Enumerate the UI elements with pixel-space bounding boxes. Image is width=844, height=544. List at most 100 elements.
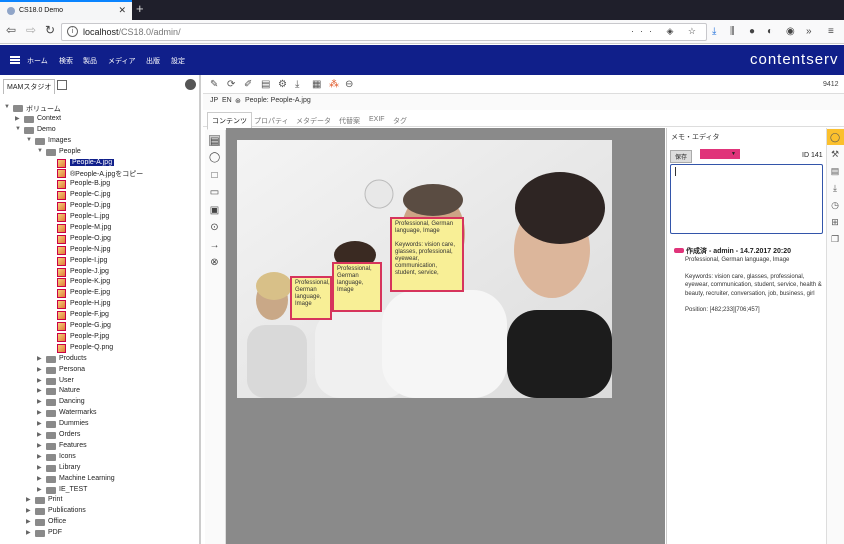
image-file-icon	[57, 202, 66, 212]
expand-right-icon[interactable]: ▶	[26, 518, 31, 525]
save-button[interactable]: 保存	[670, 150, 693, 163]
expand-down-icon[interactable]: ▼	[4, 104, 10, 110]
extension-icon[interactable]: ●	[749, 26, 755, 37]
gear-icon[interactable]: ⊛	[235, 97, 241, 105]
tab-tags[interactable]: タグ	[393, 116, 407, 126]
refresh-icon[interactable]: ⟳	[227, 79, 235, 90]
tab-alternatives[interactable]: 代替案	[339, 116, 360, 126]
expand-right-icon[interactable]: ▶	[15, 115, 20, 122]
download-icon[interactable]: ⤓	[712, 26, 716, 37]
download-icon[interactable]: ⤓	[295, 79, 299, 90]
info-icon[interactable]: i	[67, 26, 78, 37]
menu-products[interactable]: 製品	[83, 56, 97, 66]
browser-tab[interactable]: CS18.0 Demo ✕	[0, 0, 132, 20]
tab-exif[interactable]: EXIF	[369, 116, 385, 123]
tab-metadata[interactable]: メタデータ	[296, 116, 331, 126]
expand-right-icon[interactable]: ▶	[26, 529, 31, 536]
memo-entry-position: Position: [482;233][706;457]	[685, 307, 760, 313]
address-bar[interactable]: i localhost/CS18.0/admin/ ··· ◈ ☆	[61, 23, 707, 41]
memo-textarea[interactable]	[670, 164, 823, 234]
lang-en[interactable]: EN	[222, 97, 232, 104]
expand-right-icon[interactable]: ▶	[37, 398, 42, 405]
remove-icon[interactable]: ⊖	[345, 79, 353, 90]
menu-settings[interactable]: 設定	[171, 56, 185, 66]
expand-down-icon[interactable]: ▼	[26, 137, 32, 143]
expand-right-icon[interactable]: ▶	[37, 486, 42, 493]
expand-right-icon[interactable]: ▶	[37, 453, 42, 460]
url-actions[interactable]: ··· ◈ ☆	[631, 26, 702, 37]
speech-bubble-icon[interactable]: ◯	[830, 132, 840, 142]
extension2-icon[interactable]: ◐	[767, 26, 773, 37]
settings-icon[interactable]: ⚙	[278, 79, 287, 90]
globe-icon[interactable]	[185, 79, 196, 90]
overflow-icon[interactable]: »	[806, 26, 812, 37]
expand-right-icon[interactable]: ▶	[37, 420, 42, 427]
expand-right-icon[interactable]: ▶	[37, 431, 42, 438]
page-actions-icon[interactable]: ···	[631, 26, 658, 36]
folder-icon	[46, 377, 56, 385]
history-icon[interactable]: ◷	[830, 200, 840, 210]
document-icon[interactable]: ▦	[312, 79, 321, 90]
package-icon[interactable]	[57, 80, 67, 90]
menu-publish[interactable]: 出版	[146, 56, 160, 66]
tab-mam-studio[interactable]: MAMスタジオ	[3, 79, 56, 94]
arrow-right-icon[interactable]: →	[209, 240, 220, 251]
expand-right-icon[interactable]: ▶	[26, 507, 31, 514]
rectangle-icon[interactable]: □	[209, 170, 220, 181]
expand-right-icon[interactable]: ▶	[37, 409, 42, 416]
annotation-note[interactable]: Professional, German language, Image	[290, 276, 332, 320]
expand-down-icon[interactable]: ▼	[37, 148, 43, 154]
expand-right-icon[interactable]: ▶	[37, 377, 42, 384]
expand-right-icon[interactable]: ▶	[26, 496, 31, 503]
expand-right-icon[interactable]: ▶	[37, 366, 42, 373]
download-icon[interactable]: ⤓	[830, 183, 840, 193]
copy-icon[interactable]: ❐	[830, 234, 840, 244]
image-file-icon	[57, 234, 66, 244]
image-file-icon	[57, 278, 66, 288]
status-select[interactable]: ▼	[700, 149, 740, 159]
back-icon[interactable]: ⇦	[6, 23, 16, 37]
edit-icon[interactable]: ✎	[210, 79, 218, 90]
image-edit-icon[interactable]: ▤	[261, 79, 270, 90]
hierarchy-icon[interactable]: ⊞	[830, 217, 840, 227]
close-tab-icon[interactable]: ✕	[118, 5, 126, 16]
expand-right-icon[interactable]: ▶	[37, 387, 42, 394]
tree-item-label: Orders	[59, 431, 81, 438]
image-file-icon	[57, 169, 66, 179]
text-box-icon[interactable]: ▣	[209, 205, 220, 216]
folder-icon	[46, 399, 56, 407]
hamburger-menu-icon[interactable]: ≡	[828, 26, 834, 37]
expand-down-icon[interactable]: ▼	[15, 126, 21, 132]
layout-icon[interactable]: ▭	[209, 187, 220, 198]
check-circle-icon[interactable]: ⊙	[209, 222, 220, 233]
expand-right-icon[interactable]: ▶	[37, 355, 42, 362]
draw-icon[interactable]: ✐	[244, 79, 252, 90]
clipboard-icon[interactable]: ▤	[830, 166, 840, 176]
tree-item-label: People-A.jpg	[70, 158, 115, 166]
menu-media[interactable]: メディア	[108, 56, 136, 66]
forward-icon[interactable]: ⇨	[26, 23, 36, 37]
menu-search[interactable]: 検索	[59, 56, 73, 66]
pocket-icon[interactable]: ◈	[666, 26, 679, 36]
reload-icon[interactable]: ↻	[45, 23, 55, 37]
wrench-icon[interactable]: ⚒	[830, 149, 840, 159]
library-icon[interactable]: ⫼	[730, 26, 735, 37]
folder-icon	[46, 453, 56, 461]
menu-home[interactable]: ホーム	[27, 56, 48, 66]
expand-right-icon[interactable]: ▶	[37, 442, 42, 449]
bookmark-star-icon[interactable]: ☆	[688, 26, 702, 36]
tab-properties[interactable]: プロパティ	[254, 116, 289, 126]
lang-jp[interactable]: JP	[210, 97, 218, 104]
url-host: localhost	[83, 27, 119, 37]
annotation-note[interactable]: Professional, German language, Image Key…	[390, 217, 464, 292]
workflow-icon[interactable]: ⁂	[329, 79, 339, 90]
select-tool-icon[interactable]: ▤	[209, 135, 220, 147]
expand-right-icon[interactable]: ▶	[37, 464, 42, 471]
expand-right-icon[interactable]: ▶	[37, 475, 42, 482]
eye-icon[interactable]: ◉	[786, 26, 795, 37]
annotation-note[interactable]: Professional, German language, Image	[332, 262, 382, 312]
comment-icon[interactable]: ◯	[209, 152, 220, 163]
cancel-circle-icon[interactable]: ⊗	[209, 257, 220, 268]
new-tab-button[interactable]: +	[136, 1, 144, 16]
app-menu-icon[interactable]	[10, 56, 20, 64]
